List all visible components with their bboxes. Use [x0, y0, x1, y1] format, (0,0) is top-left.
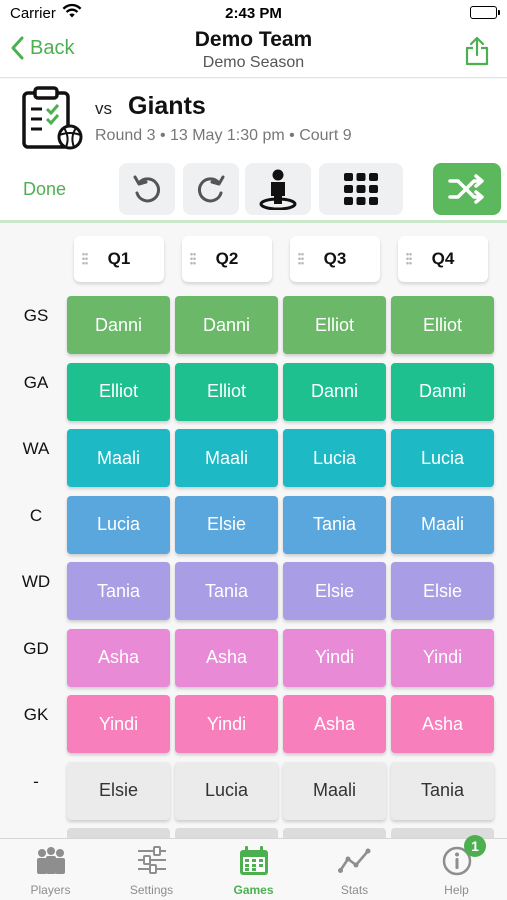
game-details: Round 3 • 13 May 1:30 pm • Court 9 [95, 127, 352, 144]
grid-view-button[interactable] [319, 163, 403, 215]
player-cell[interactable]: Asha [175, 628, 278, 687]
player-cell[interactable]: Danni [67, 296, 170, 354]
player-cell[interactable]: Elliot [175, 362, 278, 421]
quarter-label: Q4 [431, 249, 455, 268]
grid-icon [344, 173, 378, 205]
drag-handle-icon[interactable] [190, 252, 196, 266]
player-cell[interactable]: Elliot [283, 296, 386, 354]
stats-line-icon [337, 848, 370, 873]
team-title: Demo Team [194, 28, 313, 51]
undo-button[interactable] [119, 163, 175, 215]
share-button[interactable] [465, 36, 489, 71]
shuffle-button[interactable] [433, 163, 501, 215]
player-cell[interactable]: Tania [67, 562, 170, 620]
player-cell[interactable]: Elsie [283, 562, 386, 620]
player-cell[interactable]: Yindi [175, 695, 278, 753]
tab-games-label: Games [233, 883, 274, 897]
navigation-bar: Back Demo Team Demo Season [0, 26, 507, 78]
tab-players[interactable]: Players [0, 839, 101, 900]
player-cell[interactable]: Maali [175, 429, 278, 487]
share-icon [465, 36, 489, 66]
redo-button[interactable] [183, 163, 239, 215]
tab-settings[interactable]: Settings [101, 839, 202, 900]
tab-stats[interactable]: Stats [304, 839, 405, 900]
player-cell[interactable]: Maali [391, 495, 494, 554]
tab-stats-label: Stats [340, 883, 369, 897]
game-lineup-screen: Carrier 2:43 PM Back Demo Team Demo Seas… [0, 0, 507, 900]
season-subtitle: Demo Season [202, 54, 305, 71]
position-label: C [29, 505, 43, 525]
empty-cell[interactable] [175, 828, 278, 838]
shuffle-icon [448, 174, 484, 204]
quarter-label: Q1 [107, 249, 131, 268]
player-cell[interactable]: Asha [67, 628, 170, 687]
player-cell[interactable]: Asha [391, 695, 494, 753]
undo-icon [133, 175, 161, 203]
player-cell[interactable]: Asha [283, 695, 386, 753]
calendar-icon [239, 846, 268, 875]
player-position-button[interactable] [245, 163, 311, 215]
player-cell[interactable]: Elsie [175, 495, 278, 554]
player-cell[interactable]: Tania [283, 495, 386, 554]
position-label: GA [23, 372, 49, 392]
player-cell[interactable]: Tania [175, 562, 278, 620]
drag-handle-icon[interactable] [82, 252, 88, 266]
player-cell[interactable]: Elliot [67, 362, 170, 421]
drag-handle-icon[interactable] [406, 252, 412, 266]
drag-handle-icon[interactable] [298, 252, 304, 266]
game-header: vs Giants Round 3 • 13 May 1:30 pm • Cou… [0, 79, 507, 157]
person-on-spot-icon [259, 169, 297, 210]
empty-cell[interactable] [283, 828, 386, 838]
player-cell[interactable]: Danni [391, 362, 494, 421]
tab-help-label: Help [444, 883, 469, 897]
quarter-header-3[interactable]: Q3 [290, 236, 380, 282]
position-label: GD [23, 638, 49, 658]
player-cell[interactable]: Maali [67, 429, 170, 487]
player-cell[interactable]: Lucia [175, 761, 278, 820]
opponent-name: Giants [128, 92, 206, 120]
lineup-grid: Q1 Q2 Q3 Q4 GS Danni Danni Elliot Elliot GA Elliot… [0, 224, 507, 838]
tab-bar: Players Settings Games Stats 1 Help [0, 835, 507, 900]
player-cell[interactable]: Danni [175, 296, 278, 354]
player-cell[interactable]: Elsie [67, 761, 170, 820]
player-cell[interactable]: Lucia [67, 495, 170, 554]
player-cell[interactable]: Yindi [283, 628, 386, 687]
position-label: - [33, 771, 39, 791]
position-label: WA [22, 439, 50, 458]
status-bar: Carrier 2:43 PM [0, 0, 507, 26]
tab-settings-label: Settings [129, 883, 174, 897]
tab-games[interactable]: Games [203, 839, 304, 900]
quarter-label: Q3 [323, 249, 347, 268]
player-cell[interactable]: Yindi [67, 695, 170, 753]
empty-cell[interactable] [67, 828, 170, 838]
tab-players-label: Players [30, 883, 71, 897]
quarter-label: Q2 [215, 249, 239, 268]
players-icon [36, 847, 65, 874]
clock: 2:43 PM [225, 5, 282, 22]
battery-icon [470, 6, 500, 19]
player-cell[interactable]: Elliot [391, 296, 494, 354]
player-cell[interactable]: Lucia [391, 429, 494, 487]
vs-label: vs [95, 99, 112, 118]
tab-help[interactable]: 1 Help [406, 835, 507, 900]
quarter-header-1[interactable]: Q1 [74, 236, 164, 282]
player-cell[interactable]: Tania [391, 761, 494, 820]
sliders-icon [137, 846, 166, 874]
position-label: GS [23, 306, 49, 325]
lineup-toolbar: Done [0, 157, 507, 223]
redo-icon [197, 175, 225, 203]
quarter-header-2[interactable]: Q2 [182, 236, 272, 282]
player-cell[interactable]: Elsie [391, 562, 494, 620]
help-badge: 1 [464, 835, 486, 857]
clipboard-netball-icon [20, 85, 84, 156]
player-cell[interactable]: Danni [283, 362, 386, 421]
position-label: GK [23, 705, 49, 724]
player-cell[interactable]: Maali [283, 761, 386, 820]
player-cell[interactable]: Yindi [391, 628, 494, 687]
quarter-header-4[interactable]: Q4 [398, 236, 488, 282]
done-button[interactable]: Done [23, 179, 66, 200]
player-cell[interactable]: Lucia [283, 429, 386, 487]
position-label: WD [21, 572, 51, 591]
